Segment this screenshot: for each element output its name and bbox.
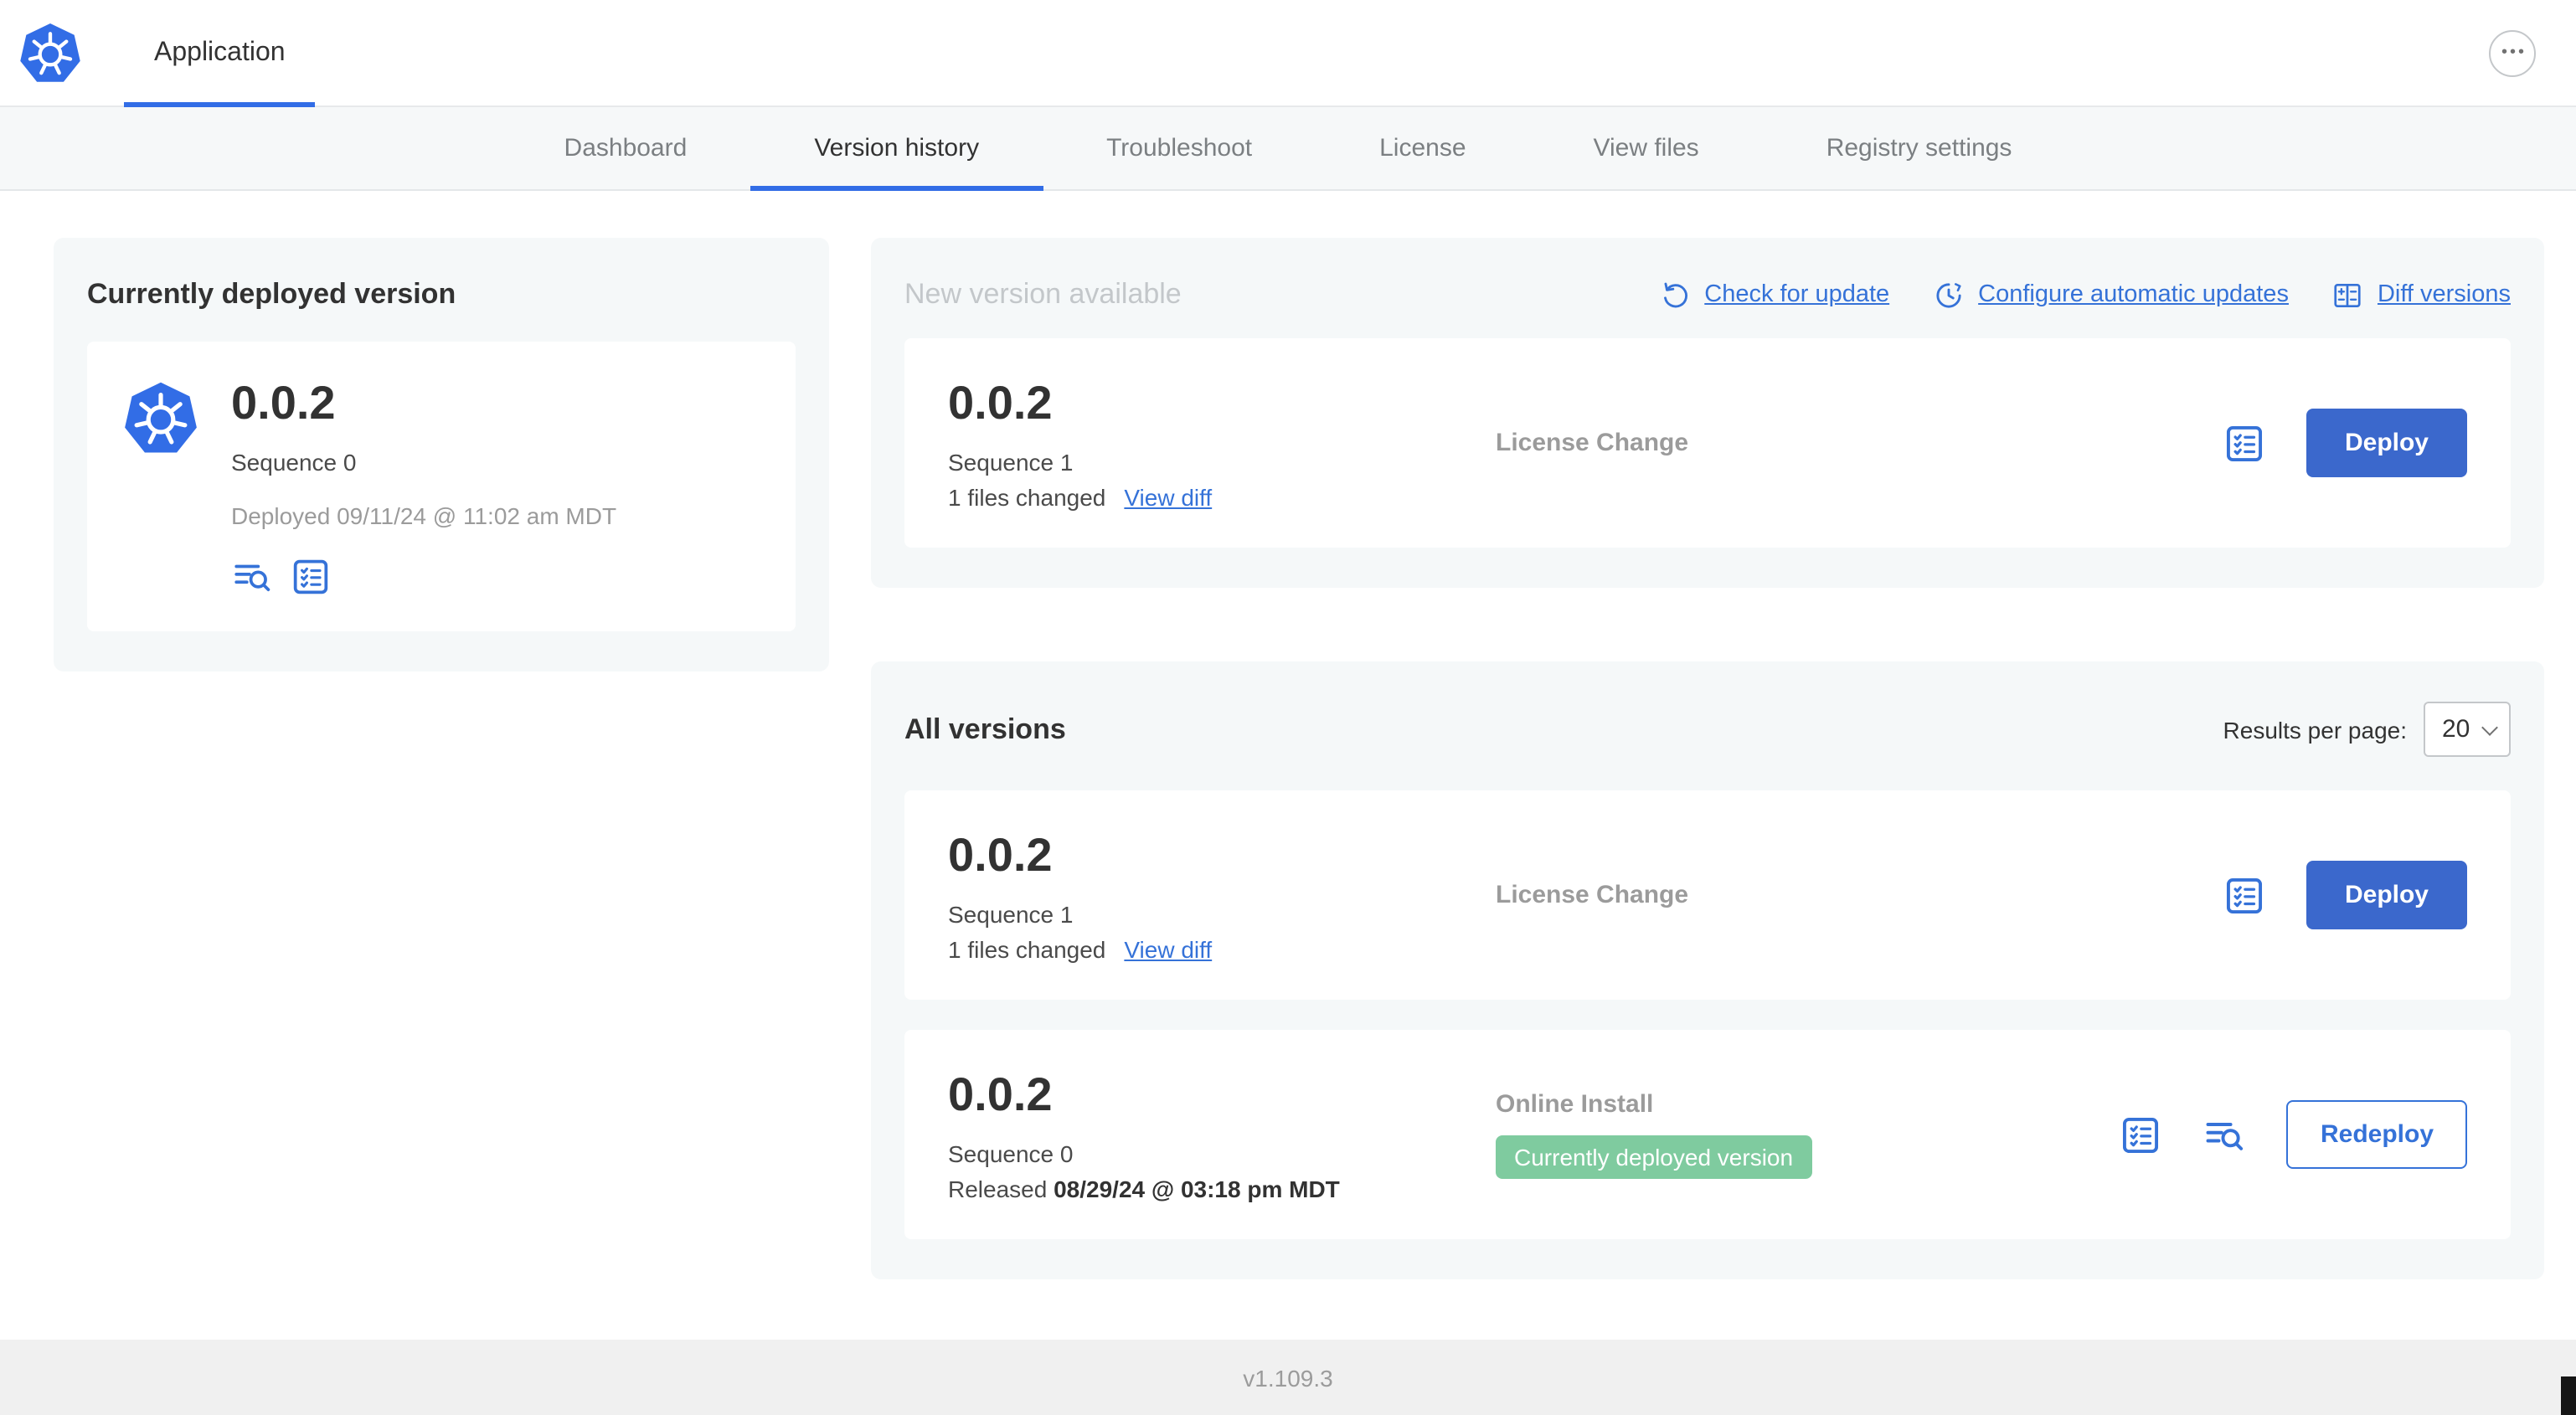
deployed-version-details: 0.0.2 Sequence 0 Deployed 09/11/24 @ 11:…: [231, 375, 616, 598]
version-actions: Deploy: [2223, 861, 2467, 929]
new-version-row: 0.0.2 Sequence 1 1 files changed View di…: [904, 338, 2511, 548]
deployed-timestamp: Deployed 09/11/24 @ 11:02 am MDT: [231, 502, 617, 529]
released-timestamp: Released 08/29/24 @ 03:18 pm MDT: [948, 1176, 1496, 1202]
version-sequence: Sequence 1: [948, 901, 1074, 928]
files-changed-text: 1 files changed: [948, 484, 1106, 511]
logs-magnifier-icon: [2203, 1113, 2247, 1156]
tab-registry-settings[interactable]: Registry settings: [1763, 107, 2076, 189]
released-date: 08/29/24 @ 03:18 pm MDT: [1054, 1176, 1340, 1202]
version-number: 0.0.2: [948, 1068, 1053, 1120]
source-label: License Change: [1496, 880, 1689, 908]
main-content: Currently deployed version 0.0.2 Sequenc…: [0, 191, 2576, 1279]
footer: v1.109.3: [0, 1340, 2576, 1415]
version-actions: Redeploy: [2120, 1100, 2467, 1169]
new-version-number: 0.0.2: [948, 377, 1053, 429]
tab-license[interactable]: License: [1316, 107, 1529, 189]
new-version-source: License Change: [1496, 428, 2223, 458]
checklist-icon: [2223, 873, 2266, 917]
diff-versions-label: Diff versions: [2377, 281, 2511, 308]
configure-automatic-updates-label: Configure automatic updates: [1978, 281, 2289, 308]
results-per-page-select-wrap: 20: [2424, 702, 2511, 757]
currently-deployed-panel: Currently deployed version 0.0.2 Sequenc…: [54, 238, 829, 671]
release-notes-button[interactable]: [290, 556, 332, 598]
all-versions-head: All versions Results per page: 20: [904, 702, 2511, 757]
all-versions-panel: All versions Results per page: 20 0.0.2 …: [871, 661, 2544, 1279]
results-per-page: Results per page: 20: [2223, 702, 2511, 757]
release-notes-button[interactable]: [2223, 873, 2266, 917]
automatic-updates-icon: [1933, 279, 1965, 311]
version-source: Online Install Currently deployed versio…: [1496, 1090, 2120, 1179]
deploy-button[interactable]: Deploy: [2306, 861, 2467, 929]
scrollbar-thumb[interactable]: [2561, 1376, 2576, 1415]
kubernetes-app-icon: [121, 378, 201, 459]
view-logs-button[interactable]: [2203, 1113, 2247, 1156]
update-actions: Check for update Configure automatic upd…: [1659, 279, 2511, 311]
version-info: 0.0.2 Sequence 0 Released 08/29/24 @ 03:…: [948, 1067, 1496, 1202]
right-column: New version available Check for update C…: [871, 238, 2544, 1279]
top-header: Application •••: [0, 0, 2576, 107]
checklist-icon: [2223, 421, 2266, 465]
deployed-version-card: 0.0.2 Sequence 0 Deployed 09/11/24 @ 11:…: [87, 342, 796, 631]
currently-deployed-title: Currently deployed version: [87, 278, 456, 310]
diff-icon: [2332, 279, 2364, 311]
version-sequence: Sequence 0: [948, 1140, 1074, 1167]
release-notes-button[interactable]: [2120, 1113, 2163, 1156]
check-for-update-label: Check for update: [1704, 281, 1890, 308]
tab-view-files[interactable]: View files: [1530, 107, 1763, 189]
new-version-actions: Deploy: [2223, 409, 2467, 477]
version-row: 0.0.2 Sequence 1 1 files changed View di…: [904, 790, 2511, 1000]
overflow-menu-button[interactable]: •••: [2489, 29, 2536, 76]
deployed-icon-row: [231, 556, 616, 598]
results-per-page-label: Results per page:: [2223, 716, 2407, 743]
new-version-info: 0.0.2 Sequence 1 1 files changed View di…: [948, 375, 1496, 511]
tab-troubleshoot[interactable]: Troubleshoot: [1043, 107, 1316, 189]
files-changed-text: 1 files changed: [948, 936, 1106, 963]
files-changed-row: 1 files changed View diff: [948, 484, 1496, 511]
results-per-page-select[interactable]: 20: [2424, 702, 2511, 757]
version-info: 0.0.2 Sequence 1 1 files changed View di…: [948, 827, 1496, 963]
deployed-version-number: 0.0.2: [231, 377, 336, 429]
refresh-icon: [1659, 279, 1691, 311]
version-row: 0.0.2 Sequence 0 Released 08/29/24 @ 03:…: [904, 1030, 2511, 1239]
app-tab[interactable]: Application: [124, 0, 317, 107]
view-logs-button[interactable]: [231, 556, 273, 598]
source-label: Online Install: [1496, 1090, 1654, 1119]
new-version-head: New version available Check for update C…: [904, 278, 2511, 311]
all-versions-title: All versions: [904, 713, 1066, 744]
app-subnav: Dashboard Version history Troubleshoot L…: [0, 107, 2576, 191]
diff-versions-link[interactable]: Diff versions: [2332, 279, 2511, 311]
tab-dashboard[interactable]: Dashboard: [501, 107, 751, 189]
app-tab-label: Application: [154, 38, 286, 66]
release-notes-button[interactable]: [2223, 421, 2266, 465]
source-label: License Change: [1496, 428, 1689, 456]
deployed-sequence: Sequence 0: [231, 449, 357, 476]
view-diff-link[interactable]: View diff: [1124, 936, 1212, 963]
new-version-sequence: Sequence 1: [948, 449, 1074, 476]
version-source: License Change: [1496, 880, 2223, 910]
view-diff-link[interactable]: View diff: [1124, 484, 1212, 511]
redeploy-button[interactable]: Redeploy: [2286, 1100, 2467, 1169]
version-number: 0.0.2: [948, 829, 1053, 881]
files-changed-row: 1 files changed View diff: [948, 936, 1496, 963]
check-for-update-link[interactable]: Check for update: [1659, 279, 1889, 311]
app-version-text: v1.109.3: [1243, 1364, 1333, 1391]
new-version-title: New version available: [904, 278, 1182, 310]
new-version-panel: New version available Check for update C…: [871, 238, 2544, 588]
checklist-icon: [290, 556, 332, 598]
page: Application ••• Dashboard Version histor…: [0, 0, 2576, 1415]
kubernetes-logo-icon: [17, 19, 84, 86]
checklist-icon: [2120, 1113, 2163, 1156]
released-label: Released: [948, 1176, 1048, 1202]
tab-version-history[interactable]: Version history: [750, 107, 1043, 191]
version-rows: 0.0.2 Sequence 1 1 files changed View di…: [904, 790, 2511, 1239]
deploy-button[interactable]: Deploy: [2306, 409, 2467, 477]
configure-automatic-updates-link[interactable]: Configure automatic updates: [1933, 279, 2289, 311]
ellipsis-icon: •••: [2501, 43, 2527, 61]
logs-magnifier-icon: [231, 556, 273, 598]
currently-deployed-badge: Currently deployed version: [1496, 1135, 1812, 1179]
